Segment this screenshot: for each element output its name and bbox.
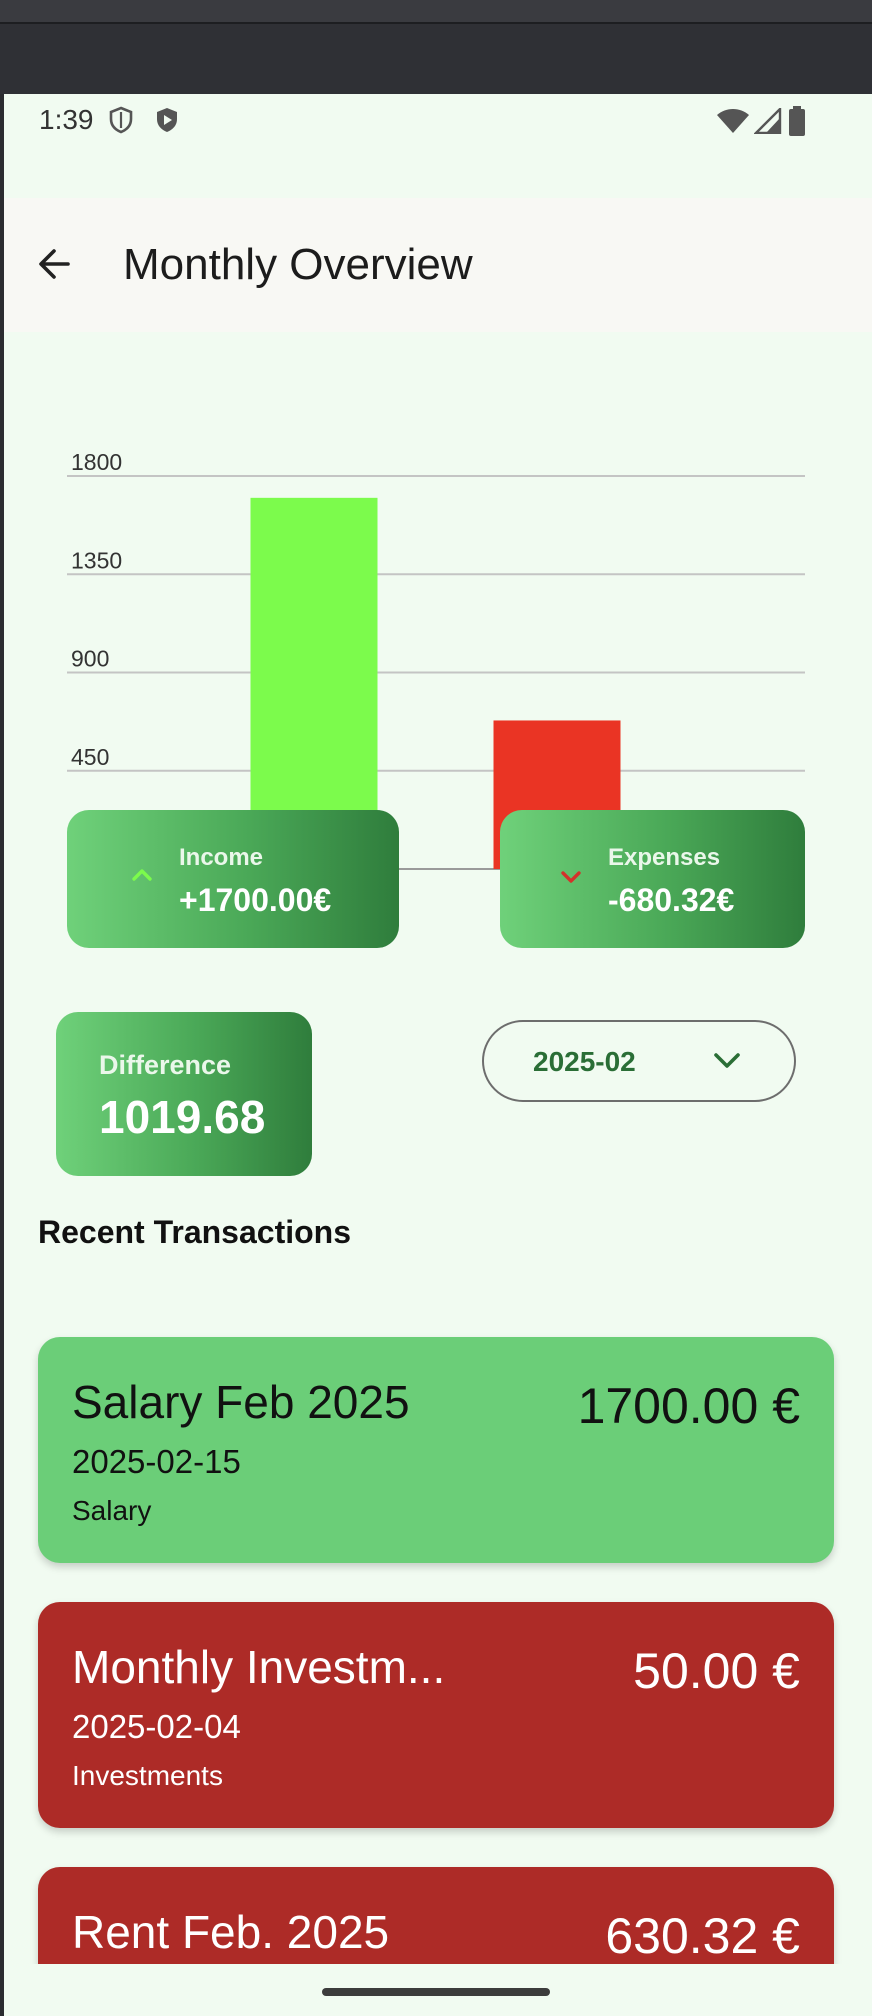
transaction-amount: 50.00 €	[633, 1643, 800, 1699]
status-bar: 1:39	[4, 94, 872, 142]
chevron-up-icon	[129, 862, 155, 888]
income-label: Income	[179, 844, 264, 871]
transaction-category: Salary	[72, 1495, 152, 1526]
y-tick-label: 900	[71, 646, 109, 672]
status-time: 1:39	[39, 104, 94, 135]
home-indicator[interactable]	[322, 1988, 550, 1996]
transaction-title: Salary Feb 2025	[72, 1376, 410, 1428]
transaction-amount: 1700.00 €	[577, 1378, 800, 1434]
signal-icon	[753, 106, 782, 139]
expenses-value: -680.32€	[608, 882, 735, 918]
income-value: +1700.00€	[179, 882, 332, 918]
app-screen: 1:39 Monthly Overview 045090013501800	[4, 94, 872, 2016]
transaction-amount: 630.32 €	[605, 1908, 800, 1964]
month-select[interactable]: 2025-02	[482, 1020, 796, 1102]
transaction-card[interactable]: Monthly Investm... 2025-02-04 Investment…	[38, 1602, 834, 1828]
transaction-title: Rent Feb. 2025	[72, 1906, 390, 1958]
shield-play-icon	[154, 106, 180, 139]
y-tick-label: 450	[71, 744, 109, 770]
expenses-label: Expenses	[608, 844, 721, 871]
page-title: Monthly Overview	[123, 240, 473, 289]
income-summary-card: Income +1700.00€	[67, 810, 399, 948]
app-bar: Monthly Overview	[4, 198, 872, 332]
device-top-bezel	[0, 0, 872, 94]
recent-transactions-heading: Recent Transactions	[38, 1214, 351, 1250]
expenses-summary-card: Expenses -680.32€	[500, 810, 805, 948]
back-button[interactable]	[26, 238, 82, 294]
income-expense-chart: 045090013501800	[4, 344, 872, 884]
arrow-back-icon	[34, 244, 74, 289]
bar-chart-svg: 045090013501800	[67, 449, 805, 870]
difference-summary-card: Difference 1019.68	[56, 1012, 312, 1176]
shield-outline-icon	[108, 106, 134, 139]
transaction-date: 2025-02-15	[72, 1443, 241, 1480]
battery-icon	[788, 106, 806, 141]
y-tick-label: 1800	[71, 449, 122, 475]
chevron-down-icon	[712, 1050, 742, 1077]
chevron-down-icon	[558, 864, 584, 890]
month-select-value: 2025-02	[533, 1046, 636, 1077]
difference-value: 1019.68	[99, 1091, 266, 1143]
wifi-icon	[716, 108, 750, 139]
difference-label: Difference	[99, 1050, 232, 1080]
transaction-date: 2025-02-04	[72, 1708, 241, 1745]
transaction-title: Monthly Investm...	[72, 1641, 446, 1693]
transaction-category: Investments	[72, 1760, 223, 1791]
transaction-card[interactable]: Salary Feb 2025 2025-02-15 Salary 1700.0…	[38, 1337, 834, 1563]
y-tick-label: 1350	[71, 547, 122, 573]
